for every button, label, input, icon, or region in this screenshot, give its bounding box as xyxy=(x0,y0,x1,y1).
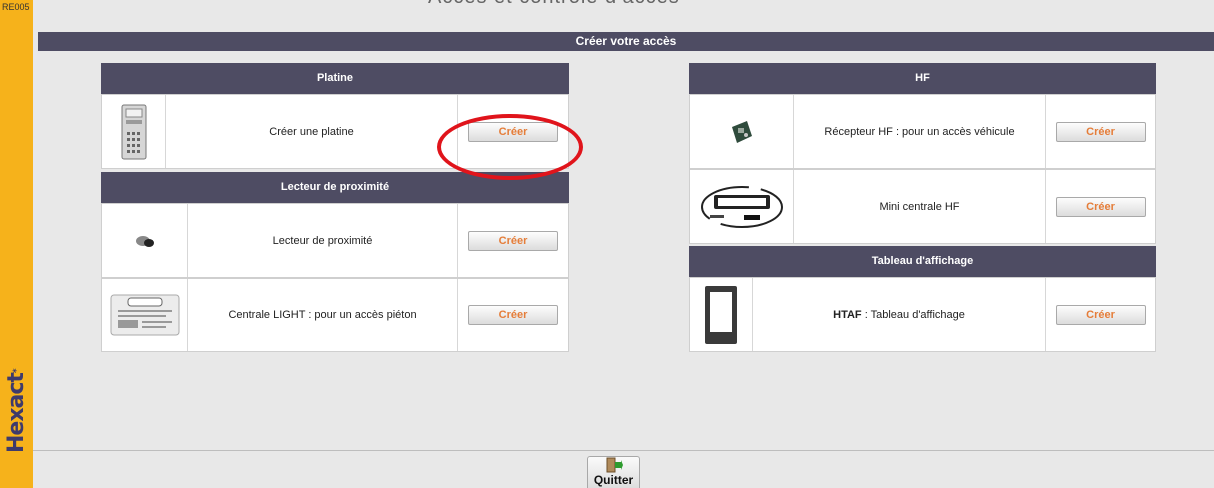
hexact-plus-hf-logo xyxy=(700,185,783,228)
main-area: Accès et contrôle d’accès Créer votre ac… xyxy=(33,0,1214,488)
proximite-icon-cell xyxy=(102,204,188,277)
display-panel-icon xyxy=(705,285,737,344)
hf-receiver-label-cell: Récepteur HF : pour un accès véhicule xyxy=(794,95,1046,168)
page-title: Accès et contrôle d’accès xyxy=(428,0,680,9)
create-centrale-light-button[interactable]: Créer xyxy=(468,305,558,325)
proximite-button-cell: Créer xyxy=(458,204,568,277)
proximity-reader-icon xyxy=(135,235,154,247)
screen-code: RE005 xyxy=(2,2,30,12)
platine-panel-header: Platine xyxy=(101,63,569,94)
htaf-label-rest: : Tableau d'affichage xyxy=(861,308,965,321)
htaf-row: HTAF : Tableau d'affichage Créer xyxy=(689,277,1156,352)
platine-keypad-icon xyxy=(121,104,146,159)
hf-receiver-label: Récepteur HF : pour un accès véhicule xyxy=(824,125,1015,138)
mini-centrale-row: Mini centrale HF Créer xyxy=(689,169,1156,244)
mini-centrale-label: Mini centrale HF xyxy=(879,200,960,213)
create-hf-receiver-button[interactable]: Créer xyxy=(1055,121,1146,142)
htaf-label-bold: HTAF xyxy=(833,308,862,321)
centrale-light-icon-cell xyxy=(102,279,188,351)
create-proximite-button[interactable]: Créer xyxy=(468,230,558,251)
proximite-label-cell: Lecteur de proximité xyxy=(188,204,458,277)
centrale-light-button-cell: Créer xyxy=(458,279,568,351)
mini-centrale-label-cell: Mini centrale HF xyxy=(794,170,1046,243)
mini-centrale-icon-cell xyxy=(690,170,794,243)
proximite-row: Lecteur de proximité Créer xyxy=(101,203,569,278)
section-header: Créer votre accès xyxy=(38,32,1214,51)
highlight-circle xyxy=(437,114,583,180)
htaf-button-cell: Créer xyxy=(1046,278,1155,351)
left-brand-sidebar: RE005 Hexact* xyxy=(0,0,33,488)
hf-receiver-row: Récepteur HF : pour un accès véhicule Cr… xyxy=(689,94,1156,169)
centrale-light-icon xyxy=(110,294,179,336)
hexact-logo: Hexact* xyxy=(4,369,29,453)
hf-panel-header: HF xyxy=(689,63,1156,94)
htaf-icon-cell xyxy=(690,278,753,351)
hf-receiver-button-cell: Créer xyxy=(1046,95,1155,168)
exit-door-icon xyxy=(606,457,623,473)
mini-centrale-button-cell: Créer xyxy=(1046,170,1155,243)
proximite-label: Lecteur de proximité xyxy=(272,234,373,247)
centrale-light-label-cell: Centrale LIGHT : pour un accès piéton xyxy=(188,279,458,351)
hf-receiver-icon-cell xyxy=(690,95,794,168)
footer-divider xyxy=(33,450,1214,451)
centrale-light-label: Centrale LIGHT : pour un accès piéton xyxy=(228,309,417,321)
htaf-label: HTAF : Tableau d'affichage xyxy=(833,309,965,321)
brand-name: Hexact xyxy=(4,373,29,453)
hf-receiver-icon xyxy=(731,120,752,143)
tableau-panel-header: Tableau d'affichage xyxy=(689,246,1156,277)
htaf-label-cell: HTAF : Tableau d'affichage xyxy=(753,278,1046,351)
platine-icon-cell xyxy=(102,95,166,168)
platine-label: Créer une platine xyxy=(269,125,354,138)
centrale-light-row: Centrale LIGHT : pour un accès piéton Cr… xyxy=(101,278,569,352)
platine-label-cell: Créer une platine xyxy=(166,95,458,168)
create-htaf-button[interactable]: Créer xyxy=(1055,304,1146,325)
quit-button[interactable]: Quitter xyxy=(587,456,640,488)
quit-label: Quitter xyxy=(593,473,634,487)
create-mini-centrale-button[interactable]: Créer xyxy=(1055,196,1146,217)
